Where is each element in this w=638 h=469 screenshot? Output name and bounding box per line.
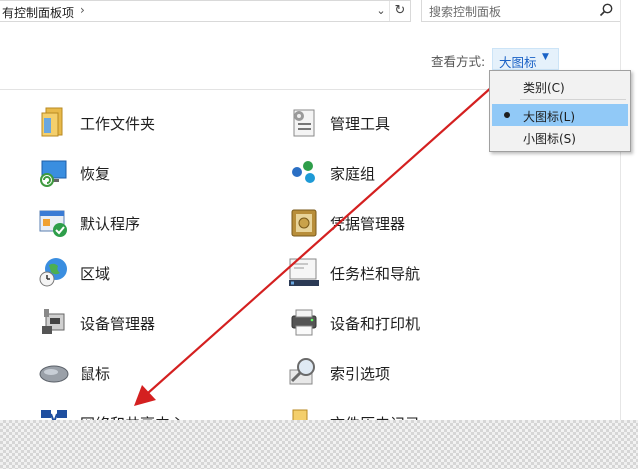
content-right-border bbox=[620, 0, 621, 420]
recovery-icon bbox=[40, 160, 67, 187]
view-by-label: 查看方式: bbox=[431, 54, 486, 69]
menu-item-label: 类别(C) bbox=[523, 81, 565, 95]
address-dropdown-icon[interactable]: ⌄ bbox=[373, 1, 389, 21]
radio-selected-icon bbox=[504, 112, 510, 118]
item-label: 任务栏和导航 bbox=[330, 265, 421, 283]
menu-item-label: 小图标(S) bbox=[523, 132, 576, 146]
search-input[interactable]: 搜索控制面板 bbox=[429, 3, 501, 20]
default-programs-icon bbox=[39, 210, 67, 237]
homegroup-icon bbox=[292, 161, 315, 183]
item-label: 管理工具 bbox=[330, 115, 391, 133]
dropdown-arrow-icon: ▼ bbox=[542, 52, 549, 62]
menu-separator bbox=[520, 99, 626, 100]
indexing-options-icon bbox=[289, 358, 315, 385]
credential-manager-icon bbox=[291, 209, 317, 237]
taskbar-navigation-icon bbox=[289, 258, 319, 286]
mouse-icon bbox=[39, 365, 69, 383]
item-label: 鼠标 bbox=[80, 365, 111, 383]
item-label: 索引选项 bbox=[330, 365, 391, 383]
item-label: 默认程序 bbox=[80, 215, 141, 233]
menu-item-small-icons[interactable]: 小图标(S) bbox=[492, 126, 628, 148]
item-label: 家庭组 bbox=[330, 165, 376, 183]
search-icon[interactable] bbox=[598, 2, 614, 18]
address-path: 有控制面板项 bbox=[2, 6, 75, 20]
menu-item-large-icons[interactable]: 大图标(L) bbox=[492, 104, 628, 126]
breadcrumb-chevron-icon[interactable]: › bbox=[80, 3, 85, 17]
refresh-icon[interactable]: ↻ bbox=[391, 1, 409, 21]
item-label: 设备和打印机 bbox=[330, 315, 421, 333]
view-by-dropdown[interactable]: 大图标 ▼ bbox=[492, 48, 559, 70]
menu-item-label: 大图标(L) bbox=[523, 110, 576, 124]
device-manager-icon bbox=[42, 309, 65, 334]
item-label: 凭据管理器 bbox=[330, 215, 406, 233]
view-by-menu: 类别(C) 大图标(L) 小图标(S) bbox=[489, 70, 631, 152]
torn-edge-overlay bbox=[0, 420, 638, 469]
header-divider bbox=[0, 89, 491, 90]
admin-tools-icon bbox=[293, 109, 315, 137]
devices-printers-icon bbox=[291, 309, 317, 336]
search-box[interactable]: 搜索控制面板 bbox=[421, 0, 621, 22]
region-icon bbox=[39, 258, 67, 287]
menu-item-category[interactable]: 类别(C) bbox=[492, 75, 628, 97]
work-folders-icon bbox=[41, 107, 63, 137]
item-label: 工作文件夹 bbox=[80, 115, 156, 133]
address-bar[interactable]: 有控制面板项 › ⌄ ↻ bbox=[0, 0, 411, 22]
view-by-value: 大图标 bbox=[499, 55, 537, 70]
address-divider bbox=[389, 1, 390, 21]
item-label: 区域 bbox=[80, 265, 111, 283]
item-label: 设备管理器 bbox=[80, 315, 156, 333]
item-label: 恢复 bbox=[80, 165, 111, 183]
